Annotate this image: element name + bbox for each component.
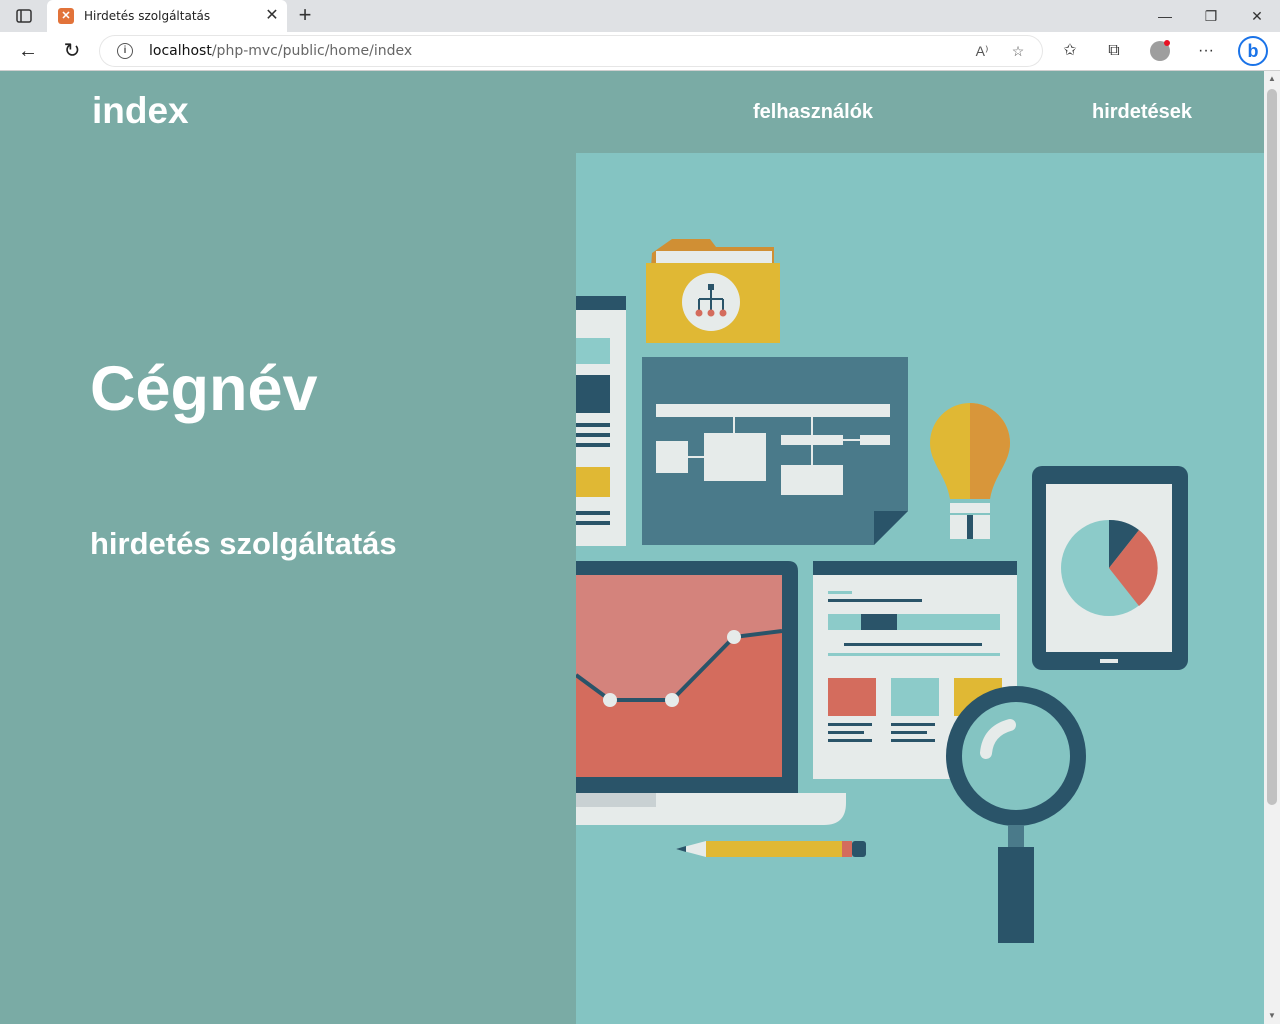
site-brand[interactable]: index	[92, 90, 189, 132]
nav-ads-link[interactable]: hirdetések	[1092, 101, 1192, 124]
hero-title: Cégnév	[90, 354, 318, 424]
folder-illustration	[646, 239, 780, 343]
browser-toolbar: ← ↻ i localhost/php-mvc/public/home/inde…	[0, 32, 1280, 71]
tab-title: Hirdetés szolgáltatás	[84, 9, 211, 23]
new-tab-icon[interactable]: +	[294, 4, 316, 27]
tab-actions-icon[interactable]	[10, 6, 38, 26]
address-bar[interactable]: i localhost/php-mvc/public/home/index A⁾…	[100, 36, 1042, 66]
scroll-up-icon[interactable]: ▲	[1264, 71, 1280, 87]
close-window-icon[interactable]: ✕	[1242, 6, 1272, 26]
xampp-favicon-icon: ✕	[58, 8, 74, 24]
url-path: /php-mvc/public/home/index	[211, 43, 413, 59]
hero-subtitle: hirdetés szolgáltatás	[90, 526, 397, 561]
page-scrollbar[interactable]: ▲ ▼	[1264, 71, 1280, 1024]
restore-icon[interactable]: ❐	[1196, 6, 1226, 26]
favorites-icon[interactable]: ✩	[1058, 39, 1082, 63]
add-favorite-icon[interactable]: ☆	[1008, 41, 1028, 61]
close-tab-icon[interactable]: ✕	[263, 7, 281, 25]
page-content: index felhasználók hirdetések Cégnév hir…	[0, 71, 1264, 1024]
browser-tab-bar: ✕ Hirdetés szolgáltatás ✕ + — ❐ ✕	[0, 0, 1280, 32]
profile-notification-dot	[1164, 40, 1170, 46]
pencil-illustration	[676, 841, 866, 857]
collections-icon[interactable]: ⧉	[1102, 39, 1126, 63]
site-info-icon[interactable]: i	[117, 43, 133, 59]
bing-icon[interactable]: b	[1238, 36, 1268, 66]
more-menu-icon[interactable]: ···	[1194, 39, 1218, 63]
nav-users-link[interactable]: felhasználók	[753, 101, 873, 124]
hero-illustration	[576, 153, 1264, 1024]
flowchart-board-illustration	[642, 357, 908, 545]
url-text[interactable]: localhost/php-mvc/public/home/index	[149, 43, 412, 59]
tablet-pie-illustration	[1032, 466, 1188, 670]
url-host: localhost	[149, 43, 212, 59]
document-sheet-illustration	[576, 296, 626, 546]
read-aloud-icon[interactable]: A⁾	[972, 41, 992, 61]
refresh-icon[interactable]: ↻	[60, 39, 84, 63]
minimize-icon[interactable]: —	[1150, 6, 1180, 26]
browser-tab[interactable]: ✕ Hirdetés szolgáltatás ✕	[47, 0, 287, 32]
scroll-down-icon[interactable]: ▼	[1264, 1008, 1280, 1024]
back-icon[interactable]: ←	[16, 39, 40, 63]
scroll-thumb[interactable]	[1267, 89, 1277, 805]
